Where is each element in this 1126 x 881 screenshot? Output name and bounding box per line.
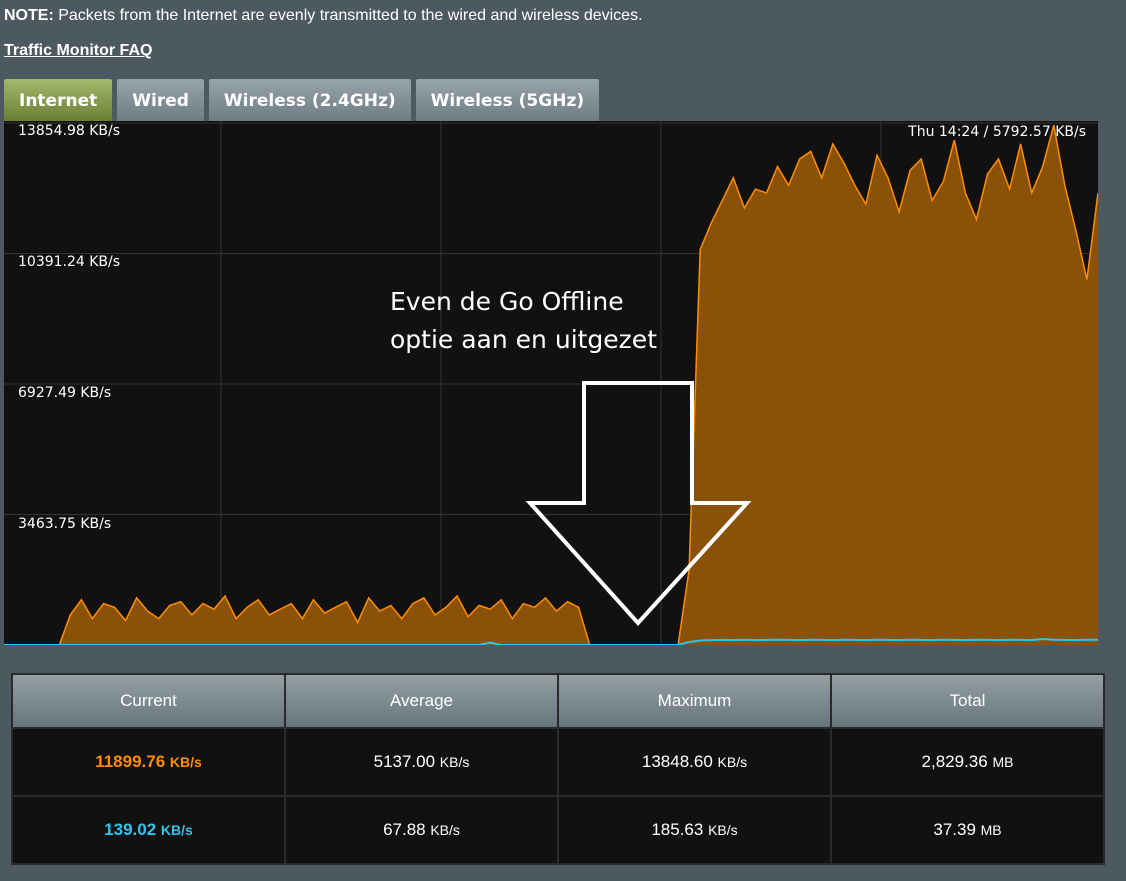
- average-upload: 67.88 KB/s: [284, 795, 559, 865]
- header-current: Current: [11, 673, 286, 729]
- header-average: Average: [284, 673, 559, 729]
- header-maximum: Maximum: [557, 673, 832, 729]
- maximum-upload: 185.63 KB/s: [557, 795, 832, 865]
- total-upload: 37.39 MB: [830, 795, 1105, 865]
- table-row-upload: 139.02 KB/s 67.88 KB/s 185.63 KB/s 37.39…: [11, 795, 1105, 865]
- average-download: 5137.00 KB/s: [284, 727, 559, 797]
- current-download: 11899.76 KB/s: [11, 727, 286, 797]
- table-row-download: 11899.76 KB/s 5137.00 KB/s 13848.60 KB/s…: [11, 727, 1105, 797]
- header-total: Total: [830, 673, 1105, 729]
- current-upload: 139.02 KB/s: [11, 795, 286, 865]
- total-download: 2,829.36 MB: [830, 727, 1105, 797]
- maximum-download: 13848.60 KB/s: [557, 727, 832, 797]
- stats-table: Current Average Maximum Total 11899.76 K…: [11, 673, 1105, 865]
